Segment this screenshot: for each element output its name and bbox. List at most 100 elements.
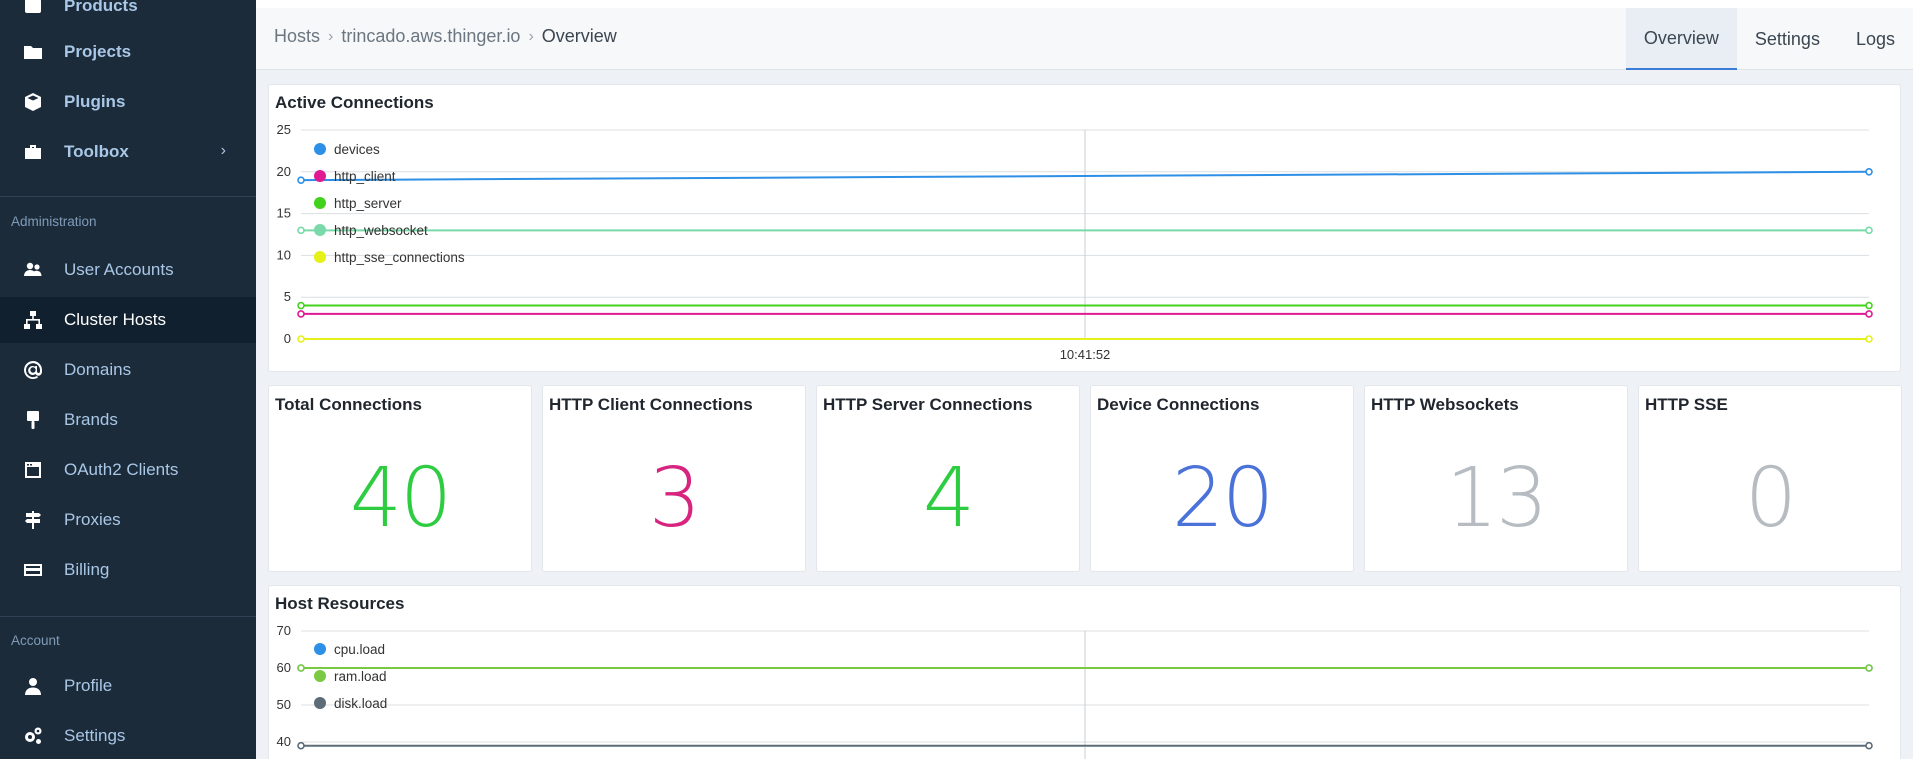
sidebar-item-label: OAuth2 Clients bbox=[64, 460, 179, 479]
stat-value: 13 bbox=[1445, 451, 1548, 546]
y-tick-label: 15 bbox=[277, 206, 291, 221]
stat-title: HTTP Client Connections bbox=[549, 395, 753, 414]
legend-marker-disk-load bbox=[314, 697, 326, 709]
legend-label-devices: devices bbox=[334, 142, 380, 157]
legend-label-http-sse-connections: http_sse_connections bbox=[334, 250, 465, 265]
stat-title: Total Connections bbox=[275, 395, 423, 414]
active-connections-chart: 0 5 10 15 20 25 10:41:52 devices http_clienthttp… bbox=[277, 122, 1873, 362]
sidebar-item-billing[interactable]: Billing bbox=[0, 547, 256, 593]
stat-card-total-connections: Total Connections 40 bbox=[268, 385, 532, 572]
data-point-devices bbox=[297, 176, 305, 184]
stat-card-http-client-connections: HTTP Client Connections 3 bbox=[542, 385, 806, 572]
legend-label-cpu-load: cpu.load bbox=[334, 642, 385, 657]
sidebar-item-toolbox[interactable]: Toolbox › bbox=[0, 129, 256, 175]
host-resources-chart: 40 50 60 70 cpu.load ram.load disk.load bbox=[277, 623, 1873, 759]
legend-marker-http-websocket bbox=[314, 224, 326, 236]
sidebar-item-settings[interactable]: Settings bbox=[0, 713, 256, 759]
sidebar-item-profile[interactable]: Profile bbox=[0, 663, 256, 709]
sidebar-section-account: Account bbox=[11, 633, 60, 648]
sidebar-item-oauth2-clients[interactable]: OAuth2 Clients bbox=[0, 447, 256, 493]
stat-value: 4 bbox=[922, 451, 975, 546]
tab-settings[interactable]: Settings bbox=[1737, 8, 1838, 70]
legend-label-http-websocket: http_websocket bbox=[334, 223, 428, 238]
legend-marker-ram-load bbox=[314, 670, 326, 682]
stat-title: HTTP Server Connections bbox=[823, 395, 1033, 414]
legend-marker-devices bbox=[314, 143, 326, 155]
sidebar-item-label: Projects bbox=[64, 42, 132, 61]
legend-marker-http-client bbox=[314, 170, 326, 182]
paint-brush-icon bbox=[22, 409, 44, 431]
x-tick-label: 10:41:52 bbox=[1060, 347, 1111, 362]
tab-bar: Overview Settings Logs bbox=[1625, 8, 1913, 70]
data-point-http-sse-connections bbox=[297, 335, 305, 343]
breadcrumb-host[interactable]: trincado.aws.thinger.io bbox=[341, 26, 520, 47]
stat-value: 0 bbox=[1744, 451, 1797, 546]
sidebar-item-plugins[interactable]: Plugins bbox=[0, 79, 256, 125]
y-tick-label: 5 bbox=[284, 289, 291, 304]
users-icon bbox=[22, 259, 44, 281]
sidebar-item-label: Cluster Hosts bbox=[64, 310, 167, 329]
data-point-disk-load bbox=[297, 741, 305, 750]
stat-card-http-server-connections: HTTP Server Connections 4 bbox=[816, 385, 1080, 572]
sidebar-item-products[interactable]: Products bbox=[0, 0, 256, 29]
stat-card-device-connections: Device Connections 20 bbox=[1090, 385, 1354, 572]
data-point-http-client bbox=[297, 310, 305, 318]
chevron-right-icon: › bbox=[328, 27, 334, 45]
tab-overview[interactable]: Overview bbox=[1625, 8, 1737, 70]
signpost-icon bbox=[22, 509, 44, 531]
breadcrumb-current: Overview bbox=[541, 26, 617, 46]
sidebar-item-cluster-hosts[interactable]: Cluster Hosts bbox=[0, 297, 256, 343]
sidebar-item-label: User Accounts bbox=[64, 260, 174, 279]
data-point-http-server bbox=[297, 301, 305, 310]
cube-icon bbox=[22, 91, 44, 113]
stat-value: 20 bbox=[1171, 451, 1274, 546]
sidebar-item-proxies[interactable]: Proxies bbox=[0, 497, 256, 543]
at-icon bbox=[22, 359, 44, 381]
sidebar-item-brands[interactable]: Brands bbox=[0, 397, 256, 443]
legend-label-disk-load: disk.load bbox=[334, 696, 387, 711]
host-resources-panel: Host Resources 40 50 60 70 cpu.load ram.load d… bbox=[268, 585, 1901, 759]
breadcrumb: Hosts › trincado.aws.thinger.io › Overvi… bbox=[274, 26, 617, 47]
chevron-right-icon: › bbox=[220, 142, 226, 159]
y-tick-label: 50 bbox=[277, 697, 291, 712]
data-point-devices bbox=[1865, 168, 1873, 176]
sidebar-item-label: Brands bbox=[64, 410, 118, 429]
breadcrumb-hosts[interactable]: Hosts bbox=[274, 26, 320, 47]
tab-logs[interactable]: Logs bbox=[1838, 8, 1913, 70]
sidebar-item-user-accounts[interactable]: User Accounts bbox=[0, 247, 256, 293]
data-point-http-websocket bbox=[297, 226, 305, 235]
stat-title: Device Connections bbox=[1097, 395, 1260, 414]
sidebar-section-administration: Administration bbox=[11, 214, 97, 229]
sidebar-divider bbox=[0, 616, 256, 617]
data-point-ram-load bbox=[1865, 664, 1873, 672]
user-icon bbox=[22, 675, 44, 697]
page-header: Hosts › trincado.aws.thinger.io › Overvi… bbox=[256, 0, 1913, 70]
window-icon bbox=[22, 459, 44, 481]
y-tick-label: 0 bbox=[284, 331, 291, 346]
products-icon bbox=[22, 0, 44, 17]
sidebar-item-projects[interactable]: Projects bbox=[0, 29, 256, 75]
stat-card-http-sse: HTTP SSE 0 bbox=[1638, 385, 1902, 572]
sidebar-item-label: Settings bbox=[64, 726, 126, 745]
y-tick-label: 20 bbox=[277, 164, 291, 179]
y-tick-label: 40 bbox=[277, 734, 291, 749]
data-point-ram-load bbox=[297, 664, 305, 672]
toolbox-icon bbox=[22, 141, 44, 163]
data-point-http-sse-connections bbox=[1865, 335, 1873, 343]
cogs-icon bbox=[22, 725, 44, 747]
credit-card-icon bbox=[22, 559, 44, 581]
y-tick-label: 25 bbox=[277, 122, 291, 137]
sidebar-item-domains[interactable]: Domains bbox=[0, 347, 256, 393]
sidebar-item-label: Plugins bbox=[64, 92, 126, 111]
legend-label-ram-load: ram.load bbox=[334, 669, 387, 684]
stat-title: HTTP SSE bbox=[1645, 395, 1728, 414]
chevron-right-icon: › bbox=[528, 27, 534, 45]
sidebar-item-label: Profile bbox=[64, 676, 113, 695]
sidebar-item-label: Proxies bbox=[64, 510, 121, 529]
sidebar-item-label: Toolbox bbox=[64, 142, 129, 161]
sidebar-item-label: Billing bbox=[64, 560, 110, 579]
legend-marker-http-server bbox=[314, 197, 326, 209]
stat-value: 40 bbox=[349, 451, 452, 546]
data-point-http-client bbox=[1865, 310, 1873, 318]
stat-card-http-websockets: HTTP Websockets 13 bbox=[1364, 385, 1628, 572]
